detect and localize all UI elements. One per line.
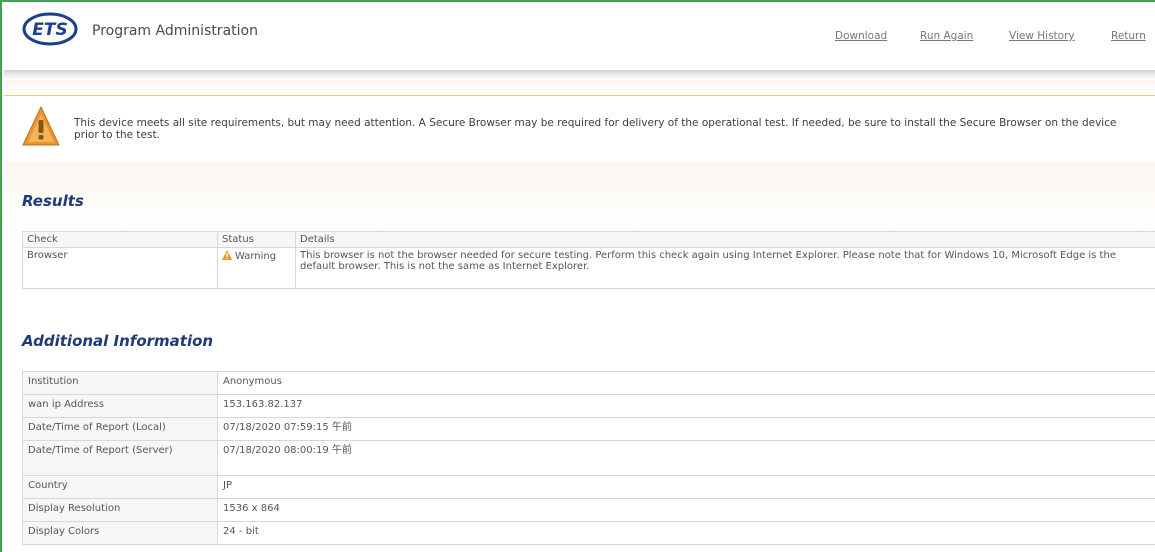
nav-run-again-link[interactable]: Run Again [920,30,973,42]
attention-notice: This device meets all site requirements,… [4,95,1155,163]
results-header-row: Check Status Details [22,231,1155,248]
info-value: 07/18/2020 07:59:15 午前 [217,417,1155,441]
info-label: Date/Time of Report (Server) [22,440,218,476]
page-frame: ETS Program Administration Download Run … [0,0,1155,552]
table-row: Date/Time of Report (Server) 07/18/2020 … [22,440,1155,476]
status-cell: Warning [217,247,296,289]
info-label: wan ip Address [22,394,218,418]
warning-triangle-icon [22,105,60,146]
info-label: Date/Time of Report (Local) [22,417,218,441]
results-table: Check Status Details Browser Warning Thi… [22,231,1155,289]
info-value: JP [217,475,1155,499]
nav-return-link[interactable]: Return [1111,30,1146,42]
info-value: Anonymous [217,371,1155,395]
info-label: Country [22,475,218,499]
warning-icon [222,250,232,260]
svg-text:ETS: ETS [32,20,67,40]
header-shadow [4,70,1155,80]
column-header-check: Check [22,231,218,248]
header: ETS Program Administration Download Run … [4,4,1155,70]
program-title: Program Administration [92,23,258,39]
info-value: 1536 x 864 [217,498,1155,522]
results-band [4,162,1155,228]
nav-download-link[interactable]: Download [835,30,887,42]
column-header-details: Details [295,231,1155,248]
status-text: Warning [235,251,277,262]
table-row: Browser Warning This browser is not the … [22,247,1155,289]
table-row: Date/Time of Report (Local) 07/18/2020 0… [22,417,1155,441]
header-strip [4,80,1155,94]
info-value: 24 - bit [217,521,1155,545]
column-header-status: Status [217,231,296,248]
table-row: Display Resolution 1536 x 864 [22,498,1155,522]
additional-info-heading: Additional Information [22,332,214,350]
info-label: Institution [22,371,218,395]
table-row: Display Colors 24 - bit [22,521,1155,545]
info-label: Display Resolution [22,498,218,522]
additional-info-table: Institution Anonymous wan ip Address 153… [22,371,1155,545]
ets-logo: ETS [22,12,78,46]
details-text: This browser is not the browser needed f… [295,247,1155,289]
info-value: 07/18/2020 08:00:19 午前 [217,440,1155,476]
nav-view-history-link[interactable]: View History [1009,30,1075,42]
info-value: 153.163.82.137 [217,394,1155,418]
table-row: wan ip Address 153.163.82.137 [22,394,1155,418]
check-name: Browser [22,247,218,289]
table-row: Country JP [22,475,1155,499]
notice-text: This device meets all site requirements,… [74,117,1117,141]
info-label: Display Colors [22,521,218,545]
table-row: Institution Anonymous [22,371,1155,395]
results-heading: Results [22,192,84,210]
